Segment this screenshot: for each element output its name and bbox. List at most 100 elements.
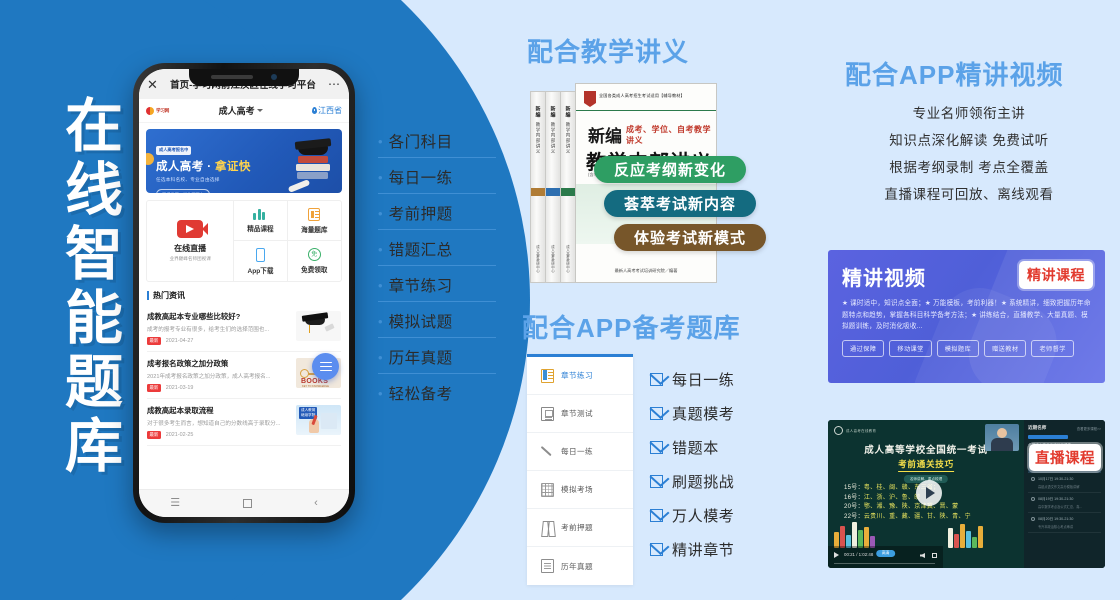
checklist-label: 刷题挑战 (672, 473, 735, 491)
menu-item-chapter-practice[interactable]: 章节练习 (527, 357, 633, 395)
bullet-item: • 章节练习 (378, 278, 496, 302)
phone-notch (189, 69, 299, 86)
banner-graduation-illustration (287, 143, 332, 193)
news-list-item[interactable]: 成考报名政策之加分政策 2021年成考报名政策之加分政策，成人高考报名... 最… (147, 352, 341, 399)
feature-bullet-list: • 各门科目 • 每日一练 • 考前押题 • 错题汇总 • 章节练习 • 模拟试… (378, 134, 496, 409)
news-list-item[interactable]: 成教高起本录取流程 对于很多考生而言，想知道自己的分数线高于录取分... 最新 … (147, 399, 341, 446)
schedule-item[interactable]: 08月19日 19:30-21:30 高中数学考点及公式汇总、真... (1028, 493, 1101, 513)
menu-item-predicted-questions[interactable]: 考前押题 (527, 509, 633, 547)
spine-band (561, 188, 575, 196)
menu-item-label: 模拟考场 (561, 485, 593, 494)
quality-badge[interactable]: 高清 (875, 550, 896, 557)
course-tag[interactable]: 通过保障 (842, 339, 885, 357)
region-selector[interactable]: 江西省 (311, 105, 342, 116)
news-desc: 成考的报考专业有很多，给考生们的选择范围也... (147, 327, 270, 333)
course-tag[interactable]: 移动课堂 (889, 339, 932, 357)
live-course-badge: 直播课程 (1029, 444, 1101, 471)
watermark-text: 成人高考在线教育 (846, 429, 877, 433)
book-spine: 新编 教学内部讲义 成人高考教研中心 (545, 91, 561, 283)
spine-title: 新编 (549, 106, 556, 118)
checklist-label: 万人模考 (672, 507, 735, 525)
grid-cell-free-claim[interactable]: 免费领取 (288, 241, 341, 281)
exam-type-selector[interactable]: 成人高考 (219, 104, 263, 117)
grid-icon (541, 482, 554, 497)
banner-tag: 成人高考报名中 (156, 145, 192, 155)
course-tag[interactable]: 模拟题库 (936, 339, 980, 357)
grid-cell-app-download[interactable]: App下载 (234, 241, 288, 281)
menu-icon[interactable]: ☰ (170, 498, 180, 509)
book-spine: 新编 教学内部讲义 成人高考教研中心 (530, 91, 546, 283)
instructor-thumbnail (985, 424, 1019, 451)
speaker-grill (211, 75, 253, 79)
video-feature-line: 知识点深化解读 免费试听 (889, 133, 1049, 148)
bullet-label: 历年真题 (388, 350, 453, 367)
news-badge: 最新 (147, 337, 161, 345)
page-shape (321, 413, 337, 429)
fullscreen-icon[interactable] (932, 553, 937, 558)
location-pin-icon (311, 107, 317, 114)
feature-pill: 体验考试新模式 (614, 224, 766, 251)
news-text: 成教高起本专业哪些比较好? 成考的报考专业有很多，给考生们的选择范围也... 最… (147, 311, 290, 345)
back-chevron-icon[interactable]: ‹ (314, 498, 318, 509)
schedule-topic: 高起点语文作文高分模板讲解 (1038, 484, 1080, 489)
menu-item-past-papers[interactable]: 历年真题 (527, 547, 633, 585)
course-tag[interactable]: 赠送教材 (984, 339, 1027, 357)
progress-bar[interactable] (834, 562, 935, 564)
feature-pill: 反应考纲新变化 (594, 156, 746, 183)
promo-banner[interactable]: 成人高考报名中 成人高考 · 拿证快 任选本科名校、专业自由选择 正规学历、学信… (146, 129, 342, 193)
phone-mockup: ✕ 首页-学习网前江汉区在线学习平台 ⋯ 学习网 成人高考 江西省 (133, 63, 355, 523)
spine-title: 新编 (534, 106, 541, 118)
sidebar-more-link[interactable]: 查看更多课程>> (1077, 426, 1101, 431)
bullet-item: • 各门科目 (378, 134, 496, 158)
bullet-dot-icon: • (378, 386, 383, 401)
floating-menu-button[interactable] (312, 353, 339, 380)
menu-item-chapter-test[interactable]: 章节测试 (527, 395, 633, 433)
news-meta: 最新 2021-02-25 (147, 431, 290, 439)
video-controls-bar[interactable]: 00:21 / 1:02:48 高清 (828, 546, 943, 568)
menu-item-mock-exam[interactable]: 模拟考场 (527, 471, 633, 509)
logo-text: 学习网 (156, 107, 170, 113)
grid-cell-question-bank[interactable]: 海量题库 (287, 201, 341, 241)
sidebar-accent-bar (1028, 435, 1069, 439)
close-icon[interactable]: ✕ (147, 78, 161, 91)
video-sidebar: 近期名师 查看更多课程>> 全国成人高考串讲班开课表 10月16日 19:30-… (1024, 420, 1105, 568)
volume-icon[interactable] (920, 553, 925, 558)
home-square-icon[interactable] (242, 499, 252, 508)
books-sublabel: KEY TO KNOWLEDGE (302, 384, 329, 388)
play-icon[interactable] (834, 552, 839, 558)
live-video-card[interactable]: 成人高考在线教育 成人高等学校全国统一考试 考前通关技巧 名师讲解、重点梳理 1… (828, 420, 1105, 568)
video-time: 00:21 / 1:02:48 (844, 552, 874, 557)
menu-item-daily-practice[interactable]: 每日一练 (527, 433, 633, 471)
book-white (296, 164, 330, 171)
banner-pill: 正规学历、学信网可查 (156, 189, 210, 193)
course-promo-card[interactable]: 精讲视频 精讲课程 ★ 课时适中，知识点全面；★ 万能模板，考前利器！★ 系统精… (828, 250, 1105, 383)
sidebar-title: 近期名师 (1028, 425, 1047, 430)
checklist-item: 万人模考 (650, 498, 770, 532)
schedule-item[interactable]: 10月17日 19:30-21:30 高起点语文作文高分模板讲解 (1028, 473, 1101, 493)
news-list-item[interactable]: 成教高起本专业哪些比较好? 成考的报考专业有很多，给考生们的选择范围也... 最… (147, 305, 341, 352)
grid-cell-courses[interactable]: 精品课程 (234, 201, 288, 241)
video-feature-line: 专业名师领衔主讲 (912, 106, 1026, 121)
checkmark-icon (650, 508, 663, 522)
checklist-label: 精讲章节 (672, 541, 735, 559)
checkmark-icon (650, 542, 663, 556)
schedule-item[interactable]: 08月20日 19:30-21:30 专升本政治核心考点串讲 (1028, 513, 1101, 533)
grid-live-cell[interactable]: 在线直播 业界巅峰名师团视课 (147, 201, 235, 281)
news-date: 2021-04-27 (165, 338, 194, 344)
bullet-dot-icon: • (378, 206, 383, 221)
book-icon (541, 368, 554, 383)
menu-item-label: 考前押题 (561, 523, 593, 532)
menu-item-label: 历年真题 (561, 561, 593, 571)
course-card-badge: 精讲课程 (1019, 261, 1093, 289)
course-tag[interactable]: 老师督学 (1031, 339, 1074, 357)
video-feature-lines: 专业名师领衔主讲 知识点深化解读 免费试听 根据考纲录制 考点全覆盖 直播课程可… (830, 100, 1108, 208)
bullet-dot-icon: • (378, 350, 383, 365)
grid-cell-label: 免费领取 (301, 267, 328, 274)
news-date: 2021-02-25 (165, 432, 194, 438)
clock-icon (1031, 517, 1035, 521)
bullet-item: • 模拟试题 (378, 314, 496, 338)
live-title: 在线直播 (174, 244, 207, 253)
region-label: 江西省 (317, 106, 342, 115)
more-dots-icon[interactable]: ⋯ (325, 77, 341, 91)
video-play-button[interactable] (916, 480, 942, 506)
